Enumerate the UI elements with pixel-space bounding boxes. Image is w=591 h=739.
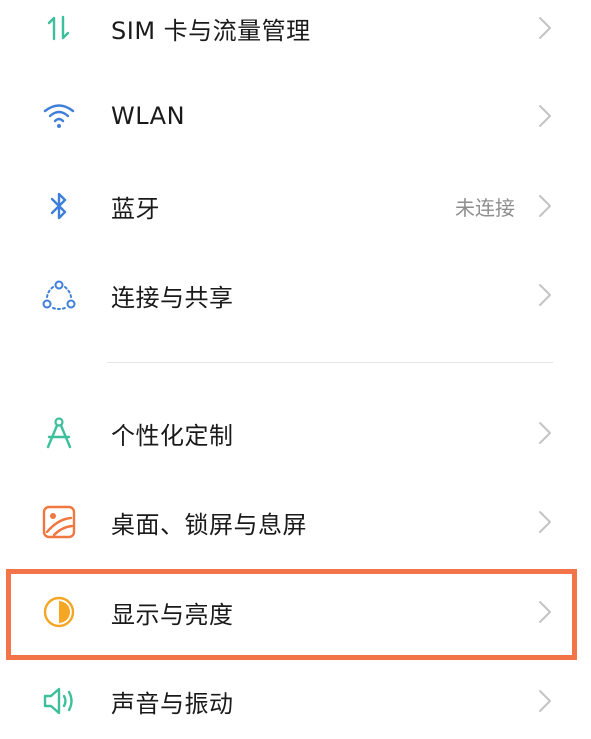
- chevron-right-icon: [539, 284, 551, 306]
- chevron-right-icon: [539, 17, 551, 39]
- chevron-right-icon: [539, 105, 551, 127]
- wifi-icon: [40, 97, 78, 135]
- setting-item-sound[interactable]: 声音与振动: [0, 657, 591, 739]
- setting-label: WLAN: [111, 102, 186, 130]
- section-divider: [107, 362, 553, 363]
- bluetooth-status: 未连接: [455, 195, 515, 220]
- setting-label: 桌面、锁屏与息屏: [111, 510, 307, 539]
- bluetooth-icon: [40, 187, 78, 225]
- chevron-right-icon: [539, 422, 551, 444]
- setting-label: 个性化定制: [111, 421, 234, 450]
- speaker-icon: [40, 682, 78, 720]
- setting-item-sim[interactable]: SIM 卡与流量管理: [0, 0, 591, 72]
- chevron-right-icon: [539, 601, 551, 623]
- chevron-right-icon: [539, 511, 551, 533]
- connection-share-icon: [40, 276, 78, 314]
- setting-label: SIM 卡与流量管理: [111, 16, 311, 45]
- setting-item-display[interactable]: 显示与亮度: [0, 568, 591, 656]
- setting-item-connection-share[interactable]: 连接与共享: [0, 251, 591, 339]
- setting-label: 连接与共享: [111, 283, 234, 312]
- setting-label: 声音与振动: [111, 689, 234, 718]
- wallpaper-icon: [40, 503, 78, 541]
- setting-item-bluetooth[interactable]: 蓝牙 未连接: [0, 162, 591, 250]
- settings-screen: SIM 卡与流量管理 WLAN 蓝牙 未连接 连接与共享 个性化定制 桌面、锁屏…: [0, 0, 591, 739]
- chevron-right-icon: [539, 195, 551, 217]
- compass-icon: [40, 414, 78, 452]
- setting-label: 蓝牙: [111, 194, 160, 223]
- setting-label: 显示与亮度: [111, 600, 234, 629]
- data-transfer-icon: [40, 9, 78, 47]
- brightness-icon: [40, 593, 78, 631]
- chevron-right-icon: [539, 690, 551, 712]
- setting-item-wallpaper[interactable]: 桌面、锁屏与息屏: [0, 478, 591, 566]
- setting-item-personalize[interactable]: 个性化定制: [0, 389, 591, 477]
- setting-item-wlan[interactable]: WLAN: [0, 72, 591, 160]
